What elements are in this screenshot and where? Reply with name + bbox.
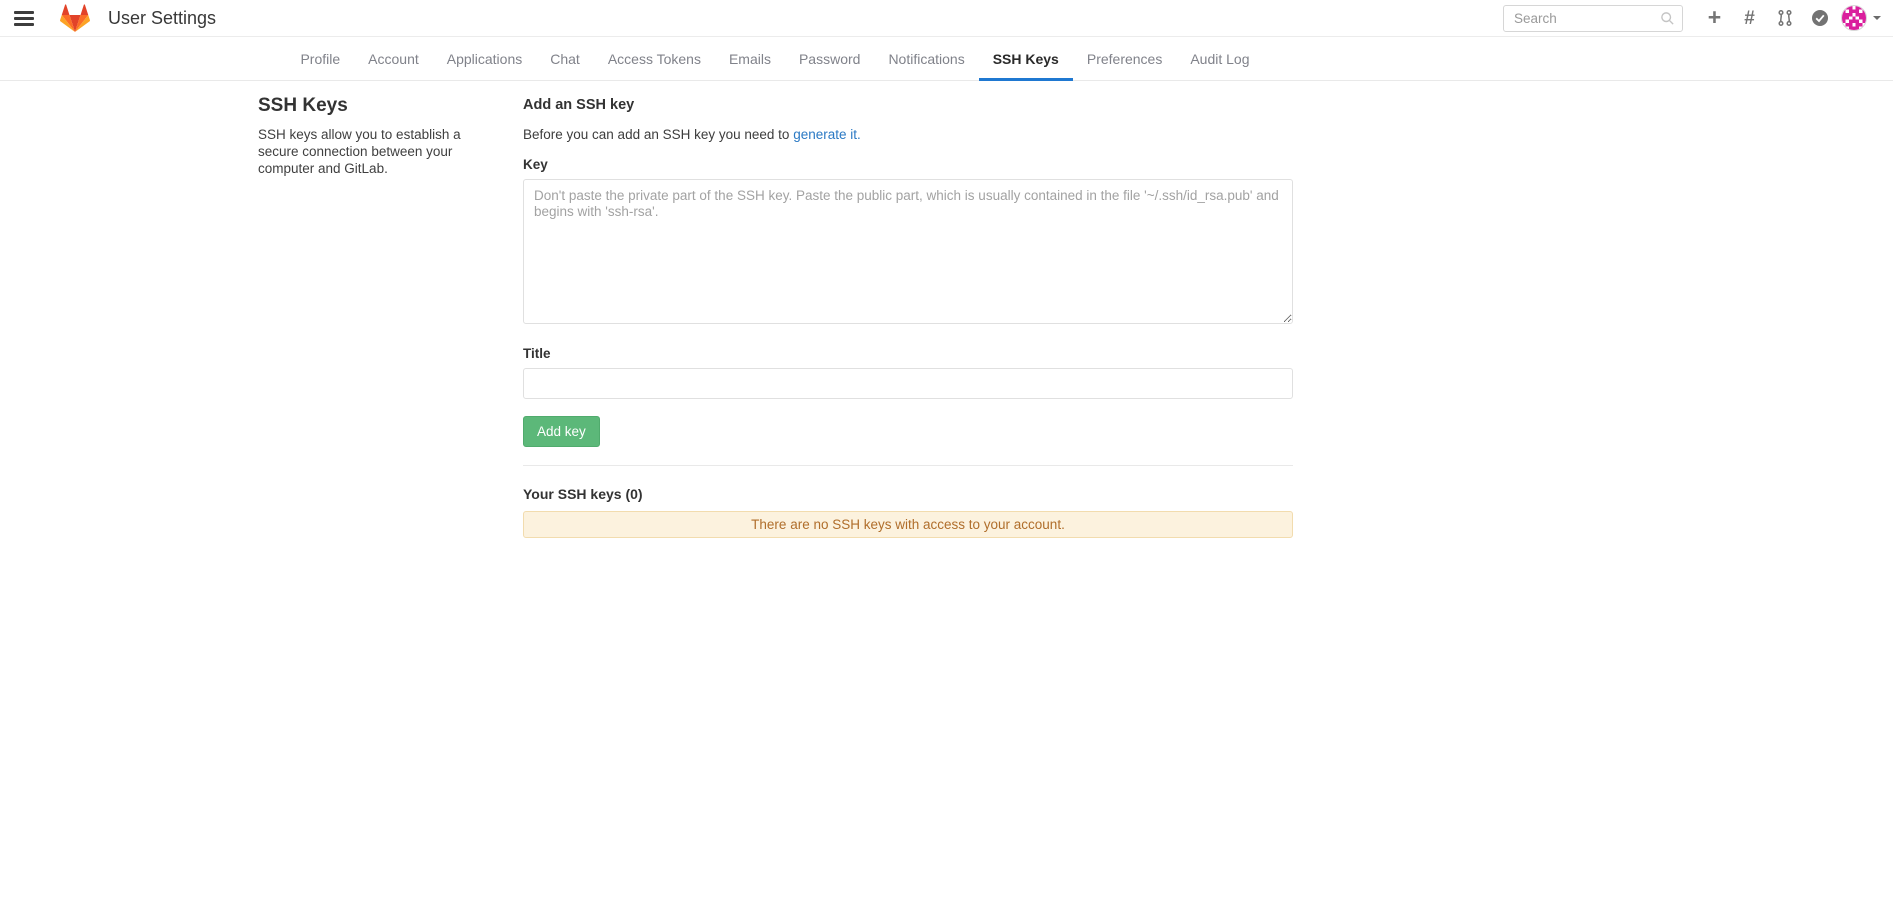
gitlab-logo[interactable] — [60, 4, 90, 33]
avatar — [1841, 5, 1867, 31]
new-plus-icon[interactable]: + — [1697, 0, 1732, 36]
tab-applications[interactable]: Applications — [433, 37, 537, 81]
title-field-group: Title — [523, 346, 1293, 399]
tab-chat[interactable]: Chat — [536, 37, 594, 81]
generate-key-hint-text: Before you can add an SSH key you need t… — [523, 127, 793, 142]
tab-audit-log[interactable]: Audit Log — [1176, 37, 1263, 81]
tab-preferences[interactable]: Preferences — [1073, 37, 1176, 81]
section-info: SSH Keys SSH keys allow you to establish… — [258, 93, 471, 538]
add-ssh-key-form: Add an SSH key Before you can add an SSH… — [523, 93, 1293, 538]
search-box — [1503, 5, 1683, 32]
todos-check-icon[interactable] — [1802, 0, 1837, 36]
tab-profile[interactable]: Profile — [286, 37, 354, 81]
tab-password[interactable]: Password — [785, 37, 874, 81]
page-title: User Settings — [108, 8, 216, 29]
key-label: Key — [523, 157, 1293, 172]
ssh-keys-page: SSH Keys SSH keys allow you to establish… — [0, 81, 1893, 538]
top-navbar: User Settings + # — [0, 0, 1893, 37]
hamburger-menu-icon[interactable] — [14, 11, 34, 26]
tab-ssh-keys[interactable]: SSH Keys — [979, 37, 1073, 81]
add-key-button[interactable]: Add key — [523, 416, 600, 447]
section-description: SSH keys allow you to establish a secure… — [258, 127, 471, 178]
title-input[interactable] — [523, 368, 1293, 399]
generate-it-link[interactable]: generate it. — [793, 127, 861, 142]
key-field-group: Key — [523, 157, 1293, 329]
title-label: Title — [523, 346, 1293, 361]
key-textarea[interactable] — [523, 179, 1293, 324]
hash-icon[interactable]: # — [1732, 0, 1767, 36]
section-divider — [523, 465, 1293, 466]
search-icon — [1660, 11, 1675, 26]
tab-account[interactable]: Account — [354, 37, 433, 81]
user-menu[interactable] — [1841, 5, 1881, 31]
merge-requests-icon[interactable] — [1767, 0, 1802, 36]
search-input[interactable] — [1503, 5, 1683, 32]
empty-keys-notice: There are no SSH keys with access to you… — [523, 511, 1293, 538]
caret-down-icon — [1873, 16, 1881, 20]
generate-key-hint: Before you can add an SSH key you need t… — [523, 127, 1293, 142]
settings-tabs: Profile Account Applications Chat Access… — [0, 37, 1550, 80]
tab-notifications[interactable]: Notifications — [874, 37, 978, 81]
section-heading: SSH Keys — [258, 95, 471, 117]
form-heading: Add an SSH key — [523, 97, 1293, 113]
tab-emails[interactable]: Emails — [715, 37, 785, 81]
tab-access-tokens[interactable]: Access Tokens — [594, 37, 715, 81]
navbar-icons: + # — [1697, 0, 1881, 36]
your-ssh-keys-heading: Your SSH keys (0) — [523, 486, 1293, 502]
settings-tabs-bar: Profile Account Applications Chat Access… — [0, 37, 1893, 81]
